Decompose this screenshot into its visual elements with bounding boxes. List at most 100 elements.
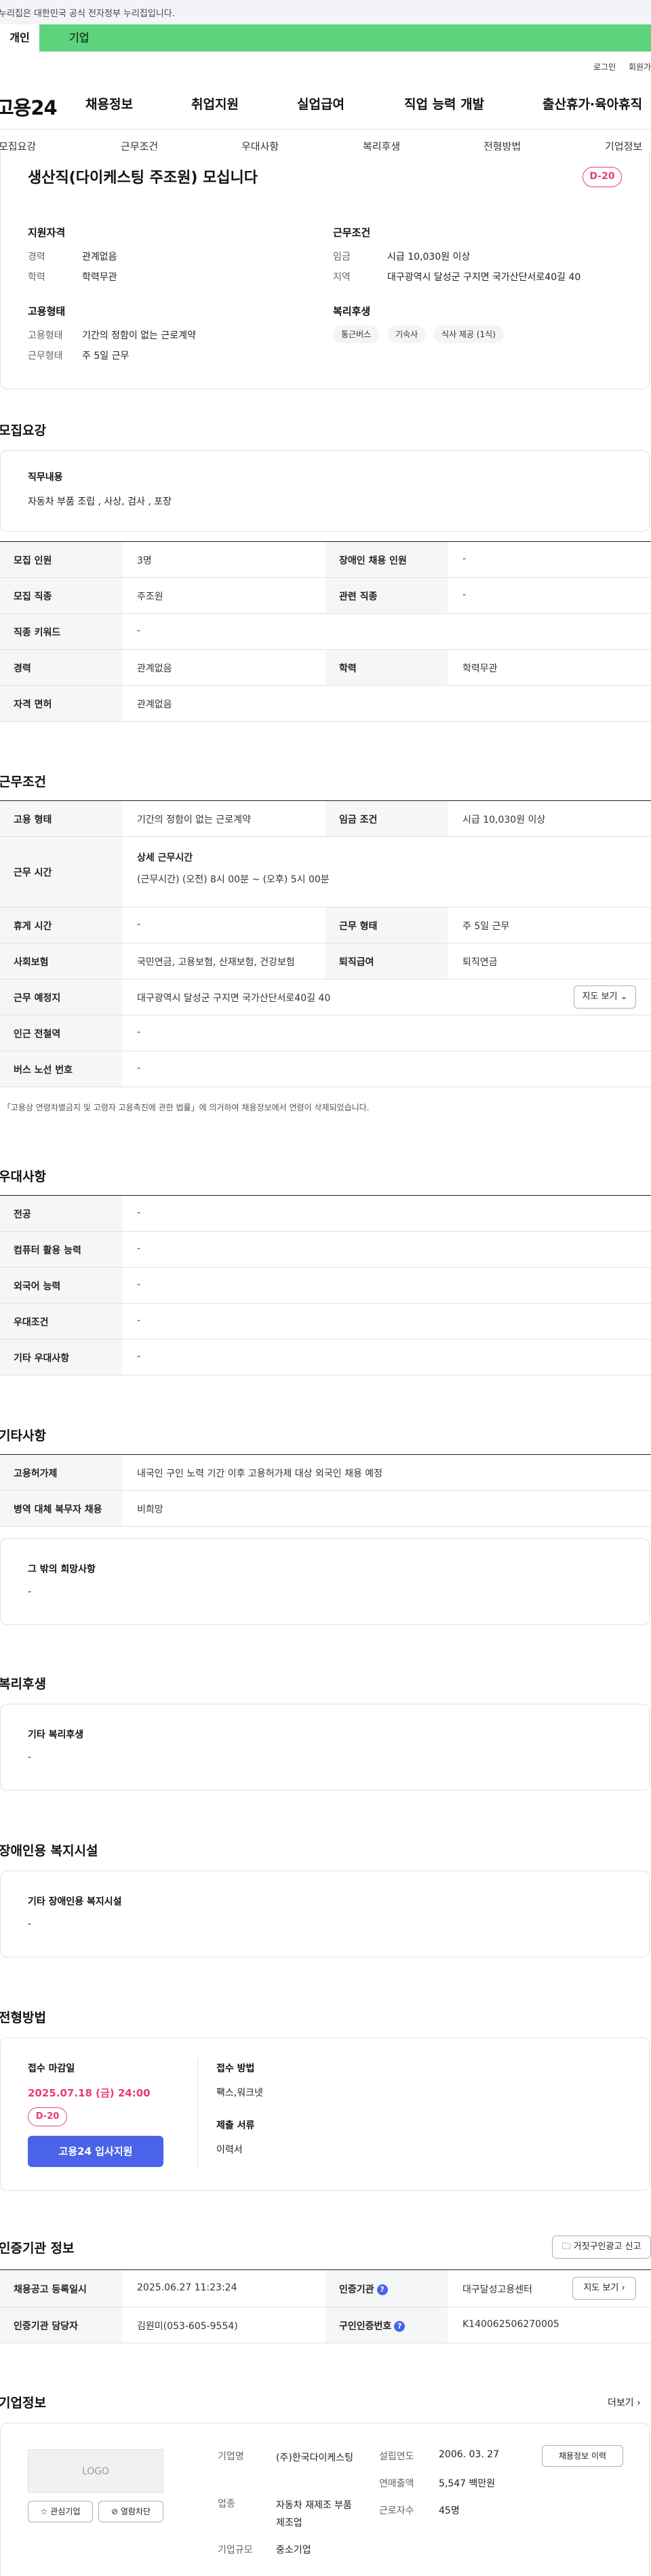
welfare-title: 복리후생 [333,305,371,317]
founded-value: 2006. 03. 27 [439,2449,500,2460]
agency-map-button[interactable]: 지도 보기 › [572,2277,636,2300]
career-label: 경력 [14,663,31,674]
agency-contact-value: 김원미(053-605-9554) [137,2321,238,2332]
deadline-value: 2025.07.18 (금) 24:00 [28,2087,151,2099]
signup-link[interactable]: 회원가입 [629,61,651,73]
company-section-title: 기업정보 [0,2396,46,2411]
other-wishes-value: - [28,1586,32,1597]
bus-label: 버스 노선 번호 [14,1065,73,1076]
agency-contact-label: 인증기관 담당자 [14,2321,79,2332]
employment-type-label: 고용 형태 [14,815,52,825]
table-row: 인증기관 담당자 김원미(053-605-9554) 구인인증번호? K1400… [0,2307,651,2343]
sales-label: 연매출액 [379,2478,414,2489]
selection-card: 접수 마감일 2025.07.18 (금) 24:00 D-20 고용24 입사… [0,2037,650,2191]
other-benefits-value: - [28,1752,32,1763]
bus-value: - [137,1063,141,1074]
tab-company[interactable]: 기업 [69,24,89,52]
work-hours-value: (근무시간) (오전) 8시 00분 ~ (오후) 5시 00분 [137,874,330,885]
disabled-count-value: - [462,553,467,564]
major-label: 전공 [14,1209,31,1220]
computer-skill-value: - [137,1243,141,1254]
conditions-title: 근무조건 [333,227,371,239]
gnb-item-training[interactable]: 직업 능력 개발 [404,94,484,113]
wage-value: 시급 10,030원 이상 [462,815,546,825]
work-form-value: 주 5일 근무 [462,921,510,932]
chevron-right-icon: › [621,2283,625,2293]
gov-banner-text: 누리집은 대한민국 공식 전자정부 누리집입니다. [0,9,175,19]
preference-section-title: 우대사항 [0,1169,46,1184]
work-hours-label: 근무 시간 [14,867,52,878]
apply-button[interactable]: 고용24 입사지원 [28,2136,163,2167]
login-link[interactable]: 로그인 [593,61,616,73]
tab-personal[interactable]: 개인 [0,24,39,52]
table-row: 외국어 능력 - [0,1268,651,1304]
cert-section-title: 인증기관 정보 [0,2241,75,2256]
work-form-label: 근무 형태 [339,921,378,932]
license-value: 관계없음 [137,699,172,710]
table-row: 직종 키워드 - [0,614,651,650]
selection-section-title: 전형방법 [0,2010,46,2025]
cert-agency-label: 인증기관? [339,2282,388,2296]
employment-form-label: 근무형태 [28,351,63,362]
conditions-region-value: 대구광역시 달성군 구지면 국가산단서로40길 40 [387,272,581,283]
education-label: 학력 [339,663,357,674]
employment-form-value: 주 5일 근무 [82,351,130,362]
related-category-value: - [462,589,467,600]
company-name-value: (주)한국다이케스팅 [276,2453,353,2463]
posted-at-label: 채용공고 등록일시 [14,2284,87,2295]
other-preference-value: - [137,1351,141,1362]
gnb-item-employment-support[interactable]: 취업지원 [191,94,239,113]
table-row: 버스 노선 번호 - [0,1051,651,1087]
cert-agency-value: 대구달성고용센터 [462,2284,533,2295]
d-day-badge: D-20 [583,167,622,187]
disabled-count-label: 장애인 채용 인원 [339,555,407,566]
related-category-label: 관련 직종 [339,591,378,602]
recruit-count-label: 모집 인원 [14,555,52,566]
table-row: 우대조건 - [0,1304,651,1340]
site-logo[interactable]: 고용24 [0,92,58,121]
welfare-chip: 기숙사 [387,326,427,343]
sales-value: 5,547 백만원 [439,2478,496,2489]
job-keyword-label: 직종 키워드 [14,627,61,638]
company-name-label: 기업명 [218,2451,244,2462]
favorite-company-button[interactable]: ☆ 관심기업 [28,2501,93,2522]
table-row: 모집 직종 주조원 관련 직종 - [0,578,651,614]
job-category-label: 모집 직종 [14,591,52,602]
eps-value: 내국인 구인 노력 기간 이후 고용허가제 대상 외국인 채용 예정 [137,1468,383,1479]
report-icon: 🗀 [561,2242,571,2252]
subway-label: 인근 전철역 [14,1029,61,1040]
gnb-item-jobs[interactable]: 채용정보 [85,94,133,113]
company-more-link[interactable]: 더보기 › [608,2396,641,2409]
disability-card: 기타 장애인용 복지시설 - [0,1871,650,1957]
other-benefits-label: 기타 복리후생 [28,1730,84,1740]
table-row: 고용 형태 기간의 정함이 없는 근로계약 임금 조건 시급 10,030원 이… [0,801,651,837]
report-fake-ad-button[interactable]: 🗀 거짓구인광고 신고 [552,2236,651,2259]
docs-label: 제출 서류 [216,2120,255,2131]
qualification-education-label: 학력 [28,272,45,283]
user-type-tabs: 개인 기업 [0,24,651,52]
employment-type-value: 기간의 정함이 없는 근로계약 [82,330,196,341]
gnb-item-parental-leave[interactable]: 출산휴가·육아휴직 [542,94,642,113]
info-icon[interactable]: ? [376,2284,388,2295]
job-title: 생산직(다이케스팅 주조원) 모십니다 [28,170,258,187]
preferred-condition-label: 우대조건 [14,1317,49,1328]
table-row: 모집 인원 3명 장애인 채용 인원 - [0,542,651,578]
career-value: 관계없음 [137,663,172,674]
duty-label: 직무내용 [28,472,63,483]
retirement-value: 퇴직연금 [462,957,498,968]
job-history-button[interactable]: 채용정보 이력 [542,2445,623,2467]
military-label: 병역 대체 복무자 채용 [14,1504,102,1515]
recruit-section-title: 모집요강 [0,423,46,438]
info-icon[interactable]: ? [394,2321,406,2332]
page-root: 누리집은 대한민국 공식 전자정부 누리집입니다. 개인 기업 로그인 회원가입… [0,0,651,2576]
deadline-d-day-badge: D-20 [28,2107,67,2126]
gnb-item-unemployment[interactable]: 실업급여 [297,94,344,113]
block-company-button[interactable]: ⊘ 열람차단 [98,2501,163,2522]
docs-value: 이력서 [216,2145,243,2155]
work-location-value: 대구광역시 달성군 구지면 국가산단서로40길 40 [137,993,331,1004]
table-row: 근무 예정지 대구광역시 달성군 구지면 국가산단서로40길 40 지도 보기 … [0,979,651,1015]
eps-label: 고용허가제 [14,1468,58,1479]
work-map-button[interactable]: 지도 보기 ⌄ [574,985,636,1009]
deadline-label: 접수 마감일 [28,2063,75,2074]
computer-skill-label: 컴퓨터 활용 능력 [14,1245,81,1256]
